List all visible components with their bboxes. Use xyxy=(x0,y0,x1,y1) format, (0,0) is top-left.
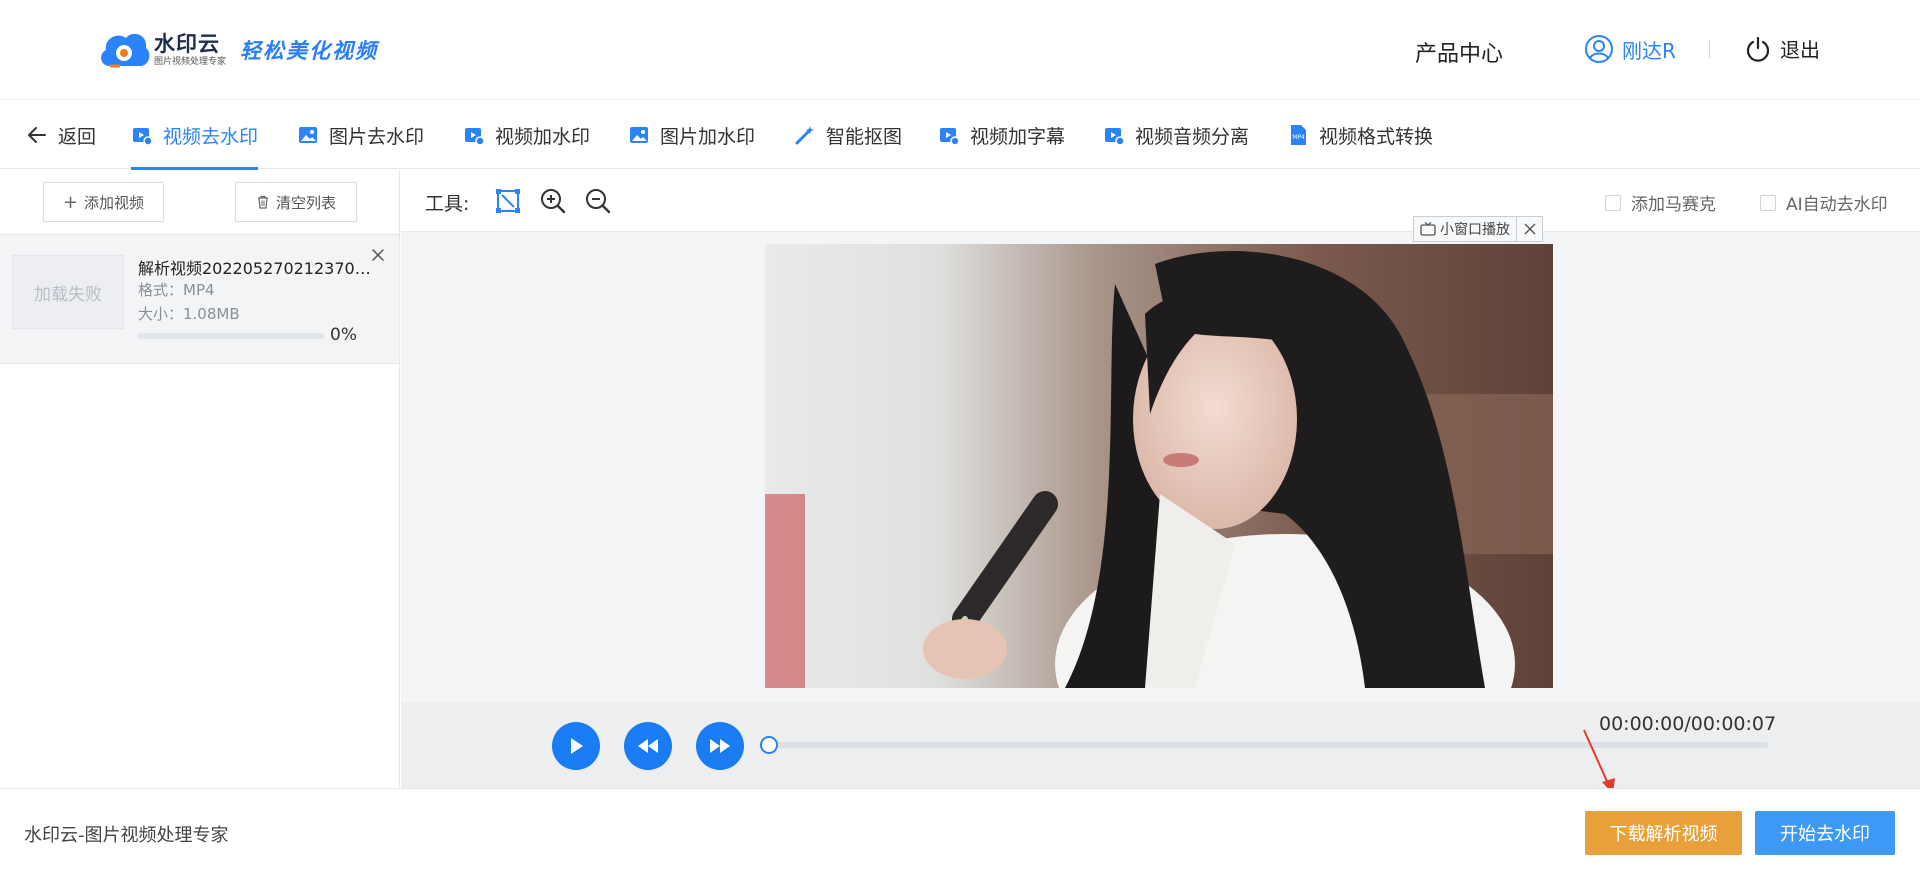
tab-label: 图片加水印 xyxy=(660,125,756,148)
file-format: 格式：MP4 xyxy=(138,281,215,299)
file-list-panel: + 添加视频 清空列表 加载失败 解析视频20220527021237085..… xyxy=(0,170,400,788)
tab-image-add-watermark[interactable]: 图片加水印 xyxy=(628,101,755,169)
tab-label: 视频加字幕 xyxy=(970,125,1066,148)
list-item[interactable]: 加载失败 解析视频20220527021237085... 格式：MP4 大小：… xyxy=(0,234,399,364)
username: 刚达R xyxy=(1622,38,1676,63)
timeline-knob[interactable] xyxy=(760,736,778,754)
fast-forward-button[interactable] xyxy=(696,722,744,770)
close-icon xyxy=(1524,223,1535,235)
mini-window-label: 小窗口播放 xyxy=(1440,222,1510,238)
start-remove-watermark-button[interactable]: 开始去水印 xyxy=(1755,811,1895,855)
svg-text:MP4: MP4 xyxy=(1292,134,1305,141)
add-video-label: 添加视频 xyxy=(84,193,145,212)
file-progress-bar xyxy=(138,333,324,339)
arrow-left-icon xyxy=(28,127,46,143)
rewind-icon xyxy=(638,739,658,753)
fast-forward-icon xyxy=(710,739,730,753)
file-size: 大小：1.08MB xyxy=(138,305,240,323)
magic-wand-icon xyxy=(795,126,814,145)
tools-bar: 工具: 添加马赛克 AI自动去水印 xyxy=(401,170,1920,232)
header-divider xyxy=(1709,40,1710,58)
clear-list-label: 清空列表 xyxy=(275,193,336,212)
mini-window-play-button[interactable]: 小窗口播放 xyxy=(1414,217,1516,241)
footer-brand-text: 水印云-图片视频处理专家 xyxy=(24,825,229,846)
app-header: 水印云 图片视频处理专家 轻松美化视频 产品中心 刚达R 退出 xyxy=(0,0,1920,100)
timecode: 00:00:00/00:00:07 xyxy=(1599,713,1777,735)
tools-label: 工具: xyxy=(425,193,470,215)
video-icon xyxy=(133,128,153,146)
feature-tabs: 返回 视频去水印 图片去水印 视频加水印 图片加水印 智能抠图 视频加字幕 视频… xyxy=(0,101,1920,170)
play-button[interactable] xyxy=(552,722,600,770)
tab-video-subtitles[interactable]: 视频加字幕 xyxy=(938,101,1065,169)
select-region-icon[interactable] xyxy=(494,187,522,215)
plus-icon: + xyxy=(62,191,79,213)
close-icon[interactable] xyxy=(370,247,386,263)
clear-list-button[interactable]: 清空列表 xyxy=(235,182,357,222)
zoom-out-icon[interactable] xyxy=(584,187,612,215)
zoom-in-icon[interactable] xyxy=(539,187,567,215)
play-icon xyxy=(571,738,583,754)
logo-slogan: 轻松美化视频 xyxy=(240,38,379,63)
mini-window-toolbar: 小窗口播放 xyxy=(1413,216,1543,242)
add-mosaic-checkbox[interactable]: 添加马赛克 xyxy=(1605,190,1716,215)
trash-icon xyxy=(257,195,268,209)
tab-video-remove-watermark[interactable]: 视频去水印 xyxy=(131,101,259,170)
thumbnail-status: 加载失败 xyxy=(34,284,102,305)
tab-label: 图片去水印 xyxy=(329,125,425,148)
tab-image-remove-watermark[interactable]: 图片去水印 xyxy=(297,101,424,169)
app-footer: 水印云-图片视频处理专家 下载解析视频 开始去水印 xyxy=(0,788,1920,874)
logo-tagline: 图片视频处理专家 xyxy=(154,57,227,67)
mp4-file-icon: MP4 xyxy=(1291,125,1306,145)
checkbox-box[interactable] xyxy=(1605,194,1621,211)
user-avatar-icon xyxy=(1585,35,1613,63)
add-video-button[interactable]: + 添加视频 xyxy=(43,182,164,222)
tab-label: 视频音频分离 xyxy=(1135,125,1250,148)
logout-label: 退出 xyxy=(1780,38,1820,62)
video-icon xyxy=(940,128,960,146)
tab-smart-cutout[interactable]: 智能抠图 xyxy=(794,101,902,169)
rewind-button[interactable] xyxy=(624,722,672,770)
download-parsed-video-button[interactable]: 下载解析视频 xyxy=(1585,811,1742,855)
tab-video-add-watermark[interactable]: 视频加水印 xyxy=(463,101,590,169)
tab-audio-separation[interactable]: 视频音频分离 xyxy=(1103,101,1249,169)
back-label: 返回 xyxy=(58,125,97,148)
image-icon xyxy=(630,127,648,143)
checkbox-box[interactable] xyxy=(1760,194,1776,211)
logo-name: 水印云 xyxy=(154,32,220,56)
logo[interactable]: 水印云 图片视频处理专家 轻松美化视频 xyxy=(96,28,378,72)
red-annotation-arrow xyxy=(1583,729,1615,794)
file-name: 解析视频20220527021237085... xyxy=(138,259,378,278)
video-preview[interactable] xyxy=(765,244,1553,688)
ai-auto-remove-checkbox[interactable]: AI自动去水印 xyxy=(1760,190,1888,215)
video-icon xyxy=(1105,128,1125,146)
video-frame-image xyxy=(765,244,1553,688)
cloud-logo-icon xyxy=(101,33,150,68)
ai-auto-remove-label: AI自动去水印 xyxy=(1786,195,1888,215)
video-icon xyxy=(465,128,485,146)
product-center-link[interactable]: 产品中心 xyxy=(1415,36,1503,68)
tab-format-convert[interactable]: MP4 视频格式转换 xyxy=(1287,101,1433,169)
tab-label: 视频去水印 xyxy=(163,125,259,148)
tv-icon xyxy=(1420,222,1436,236)
tab-label: 视频加水印 xyxy=(495,125,591,148)
video-thumbnail: 加载失败 xyxy=(12,255,124,329)
back-button[interactable]: 返回 xyxy=(26,101,96,169)
power-icon xyxy=(1746,36,1770,62)
image-icon xyxy=(299,127,317,143)
logout-button[interactable]: 退出 xyxy=(1744,34,1820,63)
file-progress-percent: 0% xyxy=(330,325,357,345)
user-menu[interactable]: 刚达R xyxy=(1584,34,1676,64)
add-mosaic-label: 添加马赛克 xyxy=(1631,195,1716,215)
mini-window-close-button[interactable] xyxy=(1516,217,1542,241)
tab-label: 视频格式转换 xyxy=(1319,125,1434,148)
tab-label: 智能抠图 xyxy=(826,125,903,148)
